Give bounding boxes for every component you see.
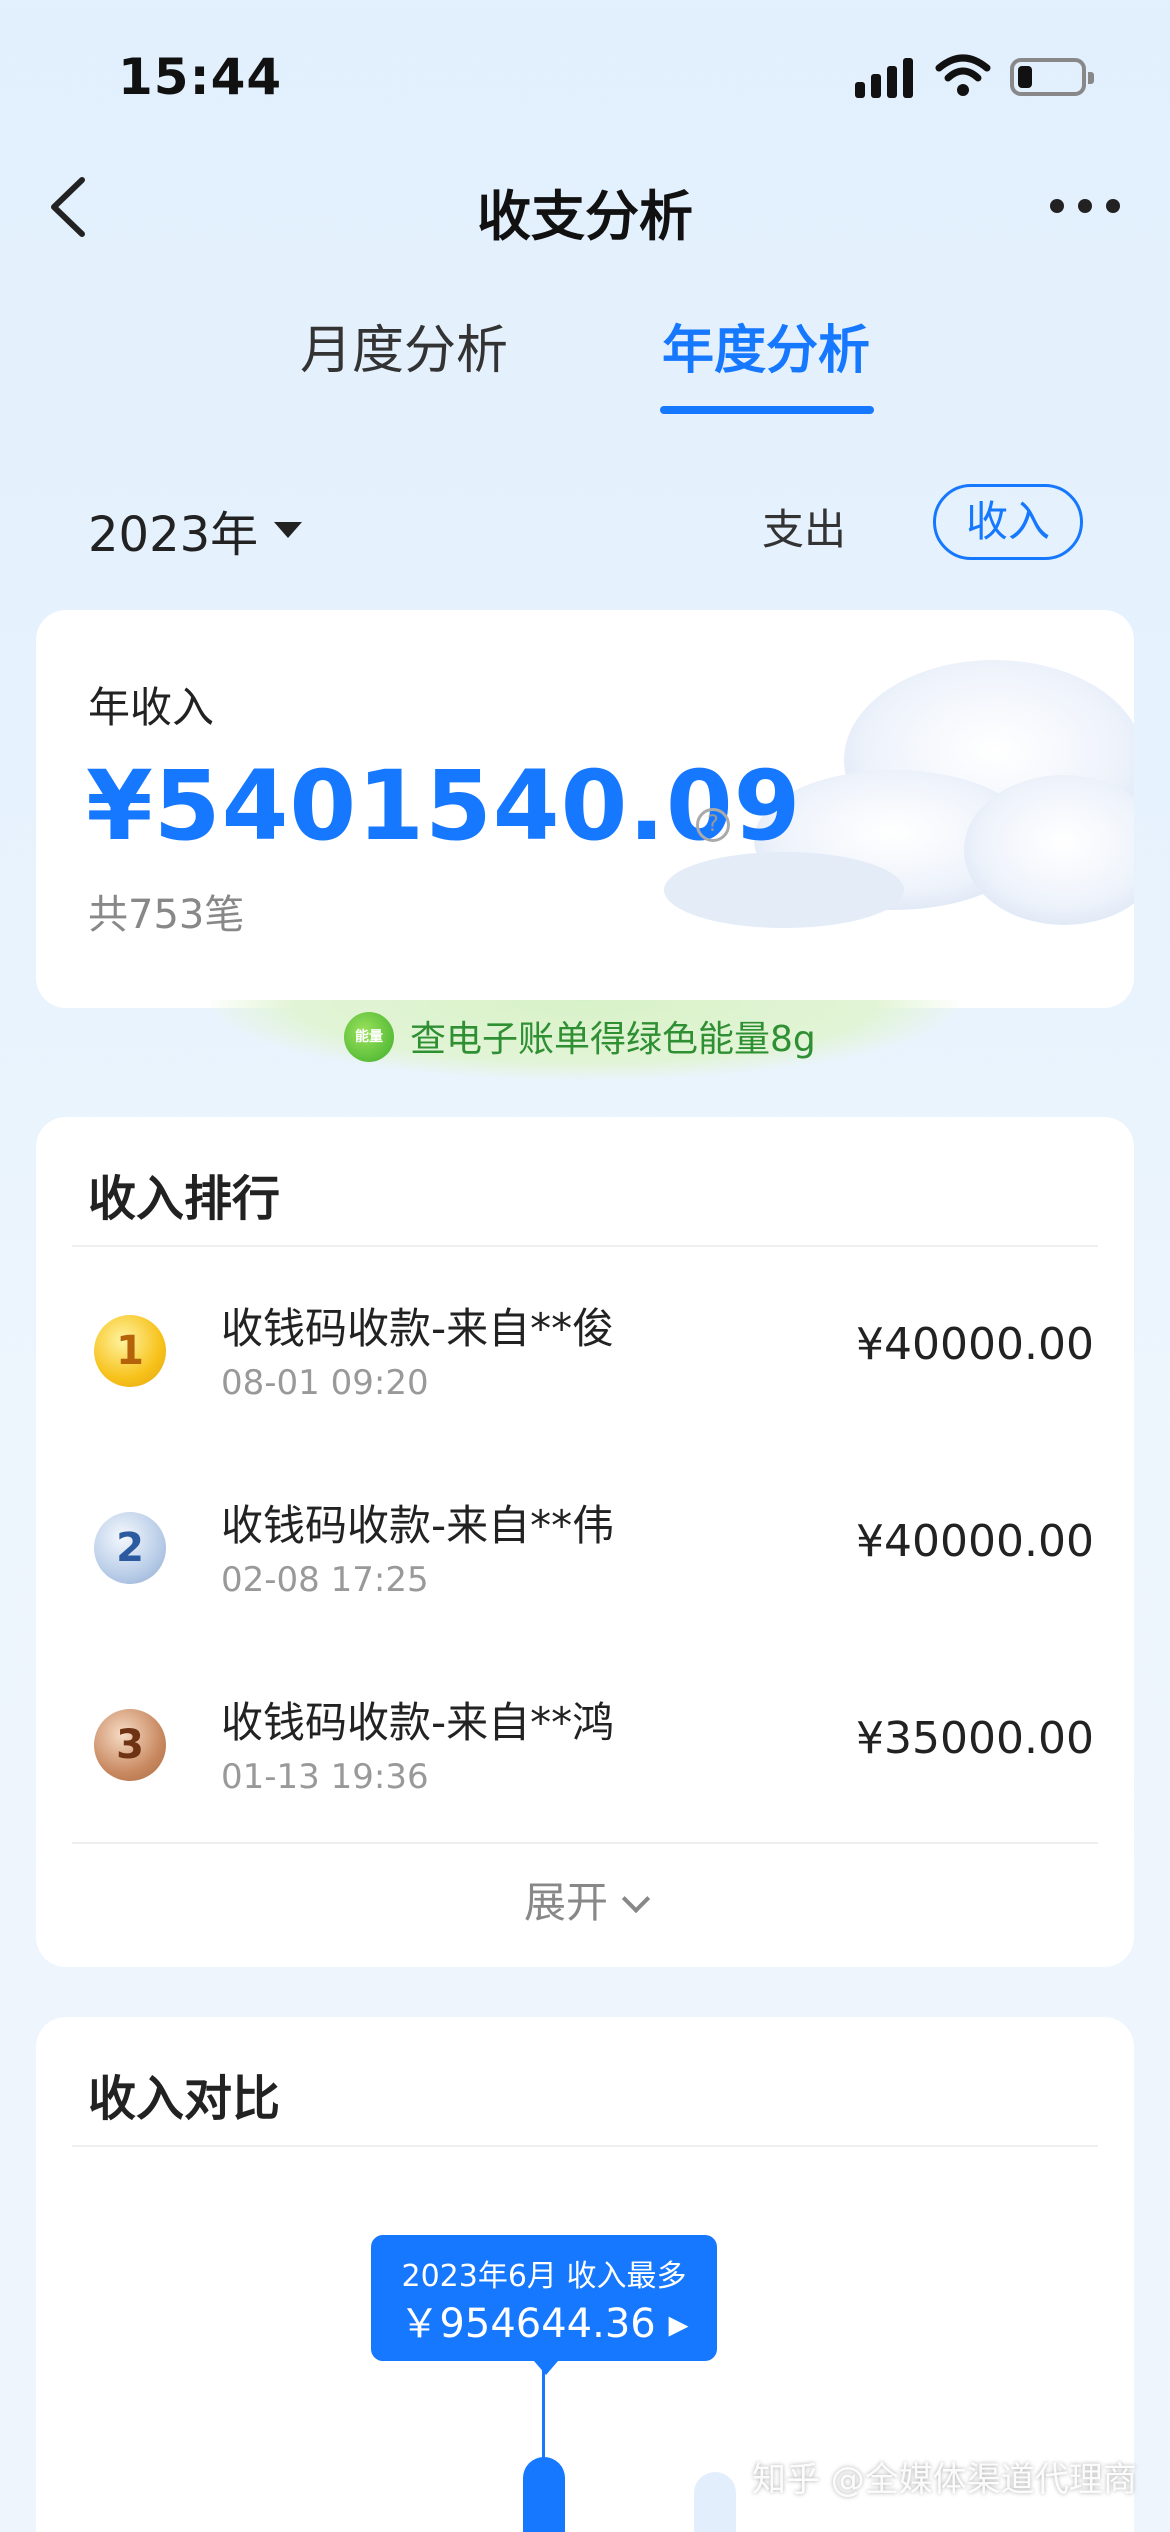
ranking-item-name: 收钱码收款-来自**伟 (221, 1501, 615, 1550)
divider (72, 1245, 1098, 1247)
year-selector[interactable]: 2023年 (88, 495, 303, 565)
page-title: 收支分析 (477, 185, 693, 248)
ranking-item-amount: ¥35000.00 (856, 1713, 1094, 1764)
ranking-item[interactable]: 2 收钱码收款-来自**伟 02-08 17:25 ¥40000.00 (36, 1474, 1134, 1624)
status-time: 15:44 (118, 48, 283, 106)
divider (72, 1842, 1098, 1844)
tab-annual-analysis[interactable]: 年度分析 (662, 308, 870, 383)
energy-banner-text: 查电子账单得绿色能量8g (410, 1019, 816, 1060)
rank-2-medal-icon: 2 (94, 1512, 166, 1584)
active-tab-indicator (660, 406, 874, 414)
income-ranking-card: 收入排行 1 收钱码收款-来自**俊 08-01 09:20 ¥40000.00… (36, 1117, 1134, 1967)
tooltip-month-label: 2023年6月 收入最多 (401, 2259, 687, 2294)
annual-income-label: 年收入 (88, 683, 215, 732)
ranking-item-amount: ¥40000.00 (856, 1319, 1094, 1370)
help-icon[interactable]: ? (696, 808, 730, 842)
battery-icon (1010, 58, 1094, 96)
chart-bar[interactable] (694, 2472, 736, 2532)
watermark: 知乎 @全媒体渠道代理商 (752, 2460, 1137, 2500)
ranking-item-time: 01-13 19:36 (221, 1757, 429, 1797)
tooltip-amount: ￥954644.36 ▸ (399, 2301, 689, 2347)
transaction-count: 共753笔 (88, 892, 245, 938)
annual-income-amount: ¥5401540.09 (86, 750, 802, 862)
peak-month-tooltip[interactable]: 2023年6月 收入最多 ￥954644.36 ▸ (371, 2235, 717, 2375)
green-energy-banner[interactable]: 能量 查电子账单得绿色能量8g (210, 1000, 960, 1080)
ranking-item-time: 02-08 17:25 (221, 1560, 429, 1600)
tooltip-pointer (534, 2361, 558, 2375)
ranking-item-name: 收钱码收款-来自**俊 (221, 1304, 615, 1353)
comparison-title: 收入对比 (88, 2071, 281, 2127)
income-toggle-button[interactable]: 收入 (933, 484, 1083, 560)
status-bar: 15:44 (0, 0, 1170, 150)
divider (72, 2145, 1098, 2147)
tab-monthly-analysis[interactable]: 月度分析 (300, 308, 508, 383)
ranking-title: 收入排行 (88, 1171, 281, 1227)
year-label: 2023年 (88, 507, 259, 563)
ranking-item-name: 收钱码收款-来自**鸿 (221, 1698, 615, 1747)
ranking-item[interactable]: 1 收钱码收款-来自**俊 08-01 09:20 ¥40000.00 (36, 1277, 1134, 1427)
expense-toggle-button[interactable]: 支出 (762, 496, 846, 557)
rank-3-medal-icon: 3 (94, 1709, 166, 1781)
rank-1-medal-icon: 1 (94, 1315, 166, 1387)
dropdown-caret-icon (274, 522, 303, 538)
expand-button[interactable]: 展开 (36, 1869, 1134, 1930)
annual-income-card: 年收入 ¥5401540.09 ? 共753笔 (36, 610, 1134, 1008)
ranking-item-time: 08-01 09:20 (221, 1363, 429, 1403)
chevron-down-icon (621, 1884, 651, 1914)
energy-badge-icon: 能量 (344, 1012, 394, 1062)
tooltip-connector-line (542, 2361, 545, 2461)
ranking-item-amount: ¥40000.00 (856, 1516, 1094, 1567)
ranking-item[interactable]: 3 收钱码收款-来自**鸿 01-13 19:36 ¥35000.00 (36, 1671, 1134, 1821)
wifi-icon (935, 54, 991, 96)
more-icon[interactable] (1050, 196, 1120, 216)
chart-bar-highlighted[interactable] (523, 2457, 565, 2532)
signal-icon (855, 56, 915, 98)
expand-label: 展开 (523, 1878, 608, 1927)
